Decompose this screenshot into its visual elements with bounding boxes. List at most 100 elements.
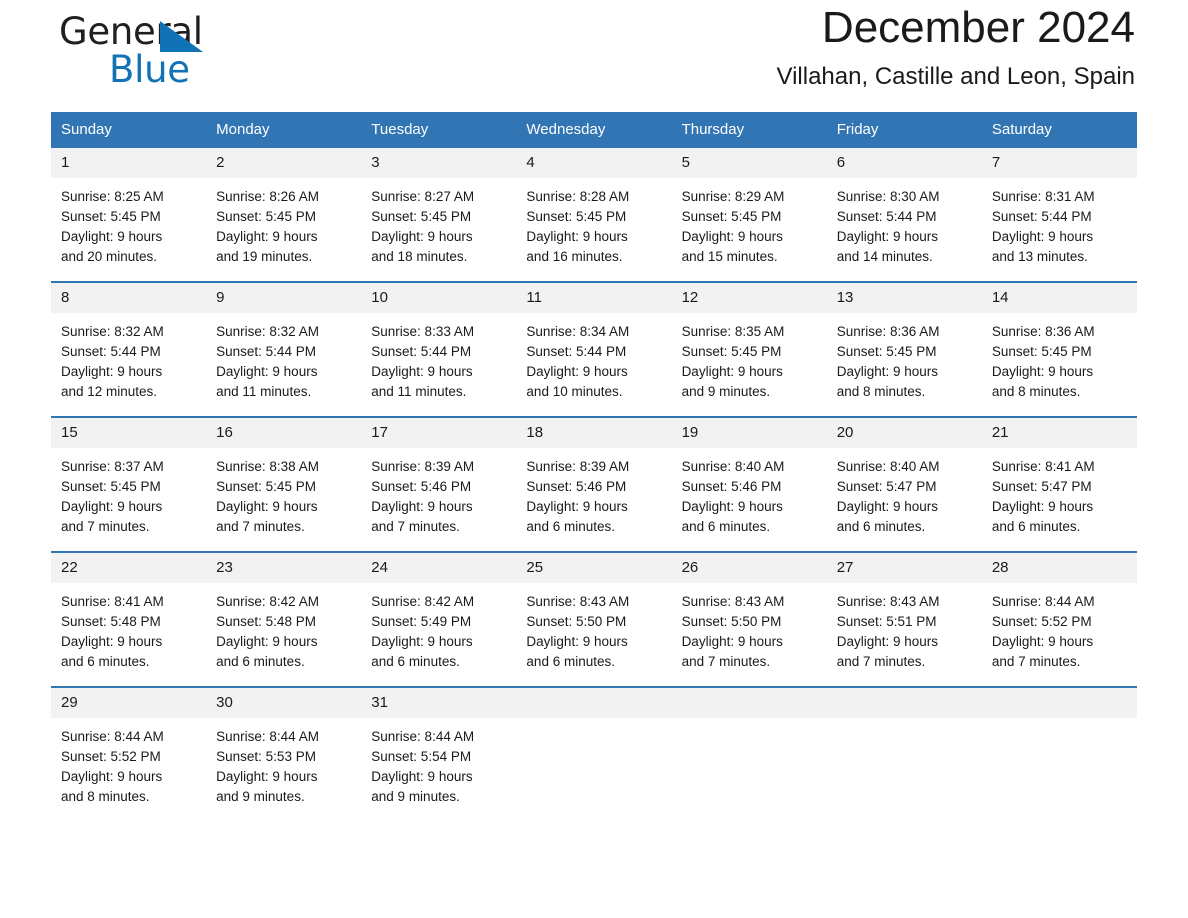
- day-number: 30: [206, 688, 362, 718]
- sunset-text: Sunset: 5:45 PM: [681, 344, 782, 359]
- daylight-text-line2: and 7 minutes.: [681, 654, 771, 669]
- daylight-text-line1: Daylight: 9 hours: [991, 229, 1094, 244]
- day-cell[interactable]: 28 Sunrise: 8:44 AM Sunset: 5:52 PM Dayl…: [981, 551, 1137, 687]
- day-number: 11: [516, 283, 672, 313]
- sunset-text: Sunset: 5:51 PM: [836, 614, 937, 629]
- sunset-text: Sunset: 5:50 PM: [681, 614, 782, 629]
- daylight-text-line2: and 6 minutes.: [681, 519, 771, 534]
- day-number: 16: [206, 418, 362, 448]
- day-number: 10: [361, 283, 517, 313]
- daylight-text-line2: and 6 minutes.: [991, 519, 1081, 534]
- daylight-text-line1: Daylight: 9 hours: [836, 499, 939, 514]
- day-cell[interactable]: 4 Sunrise: 8:28 AM Sunset: 5:45 PM Dayli…: [516, 146, 672, 282]
- daylight-text-line1: Daylight: 9 hours: [836, 229, 939, 244]
- sunrise-text: Sunrise: 8:43 AM: [681, 594, 785, 609]
- daylight-text-line1: Daylight: 9 hours: [61, 364, 163, 379]
- day-cell[interactable]: 24 Sunrise: 8:42 AM Sunset: 5:49 PM Dayl…: [361, 551, 517, 687]
- day-cell[interactable]: 1 Sunrise: 8:25 AM Sunset: 5:45 PM Dayli…: [51, 146, 207, 282]
- sunset-text: Sunset: 5:46 PM: [371, 479, 472, 494]
- day-cell[interactable]: 22 Sunrise: 8:41 AM Sunset: 5:48 PM Dayl…: [51, 551, 207, 687]
- calendar-week-row: 15 Sunrise: 8:37 AM Sunset: 5:45 PM Dayl…: [51, 416, 1137, 552]
- daylight-text-line1: Daylight: 9 hours: [61, 229, 163, 244]
- day-cell[interactable]: 8 Sunrise: 8:32 AM Sunset: 5:44 PM Dayli…: [51, 281, 207, 417]
- daylight-text-line1: Daylight: 9 hours: [991, 364, 1094, 379]
- sunset-text: Sunset: 5:46 PM: [681, 479, 782, 494]
- sunset-text: Sunset: 5:45 PM: [371, 209, 472, 224]
- daylight-text-line2: and 9 minutes.: [371, 789, 460, 804]
- day-cell[interactable]: 2 Sunrise: 8:26 AM Sunset: 5:45 PM Dayli…: [206, 146, 362, 282]
- daylight-text-line2: and 6 minutes.: [371, 654, 460, 669]
- day-cell[interactable]: 5 Sunrise: 8:29 AM Sunset: 5:45 PM Dayli…: [671, 146, 827, 282]
- day-details: Sunrise: 8:31 AM Sunset: 5:44 PM Dayligh…: [982, 178, 1137, 281]
- day-cell[interactable]: 7 Sunrise: 8:31 AM Sunset: 5:44 PM Dayli…: [981, 146, 1137, 282]
- weekday-header-wednesday: Wednesday: [516, 112, 672, 147]
- page-title: December 2024: [821, 3, 1135, 52]
- day-number: 19: [671, 418, 827, 448]
- day-number: 31: [361, 688, 517, 718]
- daylight-text-line1: Daylight: 9 hours: [371, 769, 473, 784]
- day-details: Sunrise: 8:43 AM Sunset: 5:51 PM Dayligh…: [827, 583, 982, 686]
- sunrise-text: Sunrise: 8:40 AM: [681, 459, 785, 474]
- day-details: Sunrise: 8:25 AM Sunset: 5:45 PM Dayligh…: [51, 178, 206, 281]
- day-cell[interactable]: 17 Sunrise: 8:39 AM Sunset: 5:46 PM Dayl…: [361, 416, 517, 552]
- day-cell[interactable]: 16 Sunrise: 8:38 AM Sunset: 5:45 PM Dayl…: [206, 416, 362, 552]
- daylight-text-line2: and 7 minutes.: [371, 519, 460, 534]
- brand-logo[interactable]: General Blue: [59, 12, 359, 98]
- day-number: 13: [826, 283, 982, 313]
- day-cell[interactable]: 15 Sunrise: 8:37 AM Sunset: 5:45 PM Dayl…: [51, 416, 207, 552]
- daylight-text-line1: Daylight: 9 hours: [681, 229, 783, 244]
- sunrise-text: Sunrise: 8:39 AM: [371, 459, 475, 474]
- day-cell[interactable]: 10 Sunrise: 8:33 AM Sunset: 5:44 PM Dayl…: [361, 281, 517, 417]
- day-cell[interactable]: 12 Sunrise: 8:35 AM Sunset: 5:45 PM Dayl…: [671, 281, 827, 417]
- day-cell[interactable]: 13 Sunrise: 8:36 AM Sunset: 5:45 PM Dayl…: [826, 281, 982, 417]
- day-cell[interactable]: 6 Sunrise: 8:30 AM Sunset: 5:44 PM Dayli…: [826, 146, 982, 282]
- day-cell[interactable]: 21 Sunrise: 8:41 AM Sunset: 5:47 PM Dayl…: [981, 416, 1137, 552]
- daylight-text-line1: Daylight: 9 hours: [216, 769, 318, 784]
- sunrise-text: Sunrise: 8:26 AM: [216, 189, 319, 204]
- day-cell[interactable]: 9 Sunrise: 8:32 AM Sunset: 5:44 PM Dayli…: [206, 281, 362, 417]
- day-number: 18: [516, 418, 672, 448]
- day-cell[interactable]: 11 Sunrise: 8:34 AM Sunset: 5:44 PM Dayl…: [516, 281, 672, 417]
- day-number: 27: [826, 553, 982, 583]
- day-cell[interactable]: 29 Sunrise: 8:44 AM Sunset: 5:52 PM Dayl…: [51, 686, 207, 821]
- daylight-text-line2: and 19 minutes.: [216, 249, 313, 264]
- daylight-text-line2: and 11 minutes.: [371, 384, 467, 399]
- calendar-page: General Blue December 2024 Villahan, Cas…: [0, 0, 1188, 918]
- day-cell-empty: [516, 686, 672, 821]
- sunrise-text: Sunrise: 8:30 AM: [836, 189, 940, 204]
- day-cell[interactable]: 31 Sunrise: 8:44 AM Sunset: 5:54 PM Dayl…: [361, 686, 517, 821]
- day-cell-empty: [981, 686, 1137, 821]
- daylight-text-line2: and 6 minutes.: [216, 654, 305, 669]
- day-details: [516, 718, 671, 741]
- day-cell[interactable]: 14 Sunrise: 8:36 AM Sunset: 5:45 PM Dayl…: [981, 281, 1137, 417]
- day-number: 26: [671, 553, 827, 583]
- day-cell[interactable]: 25 Sunrise: 8:43 AM Sunset: 5:50 PM Dayl…: [516, 551, 672, 687]
- day-cell[interactable]: 19 Sunrise: 8:40 AM Sunset: 5:46 PM Dayl…: [671, 416, 827, 552]
- daylight-text-line2: and 11 minutes.: [216, 384, 312, 399]
- sunrise-text: Sunrise: 8:41 AM: [61, 594, 164, 609]
- day-details: [672, 718, 827, 741]
- day-number: 9: [206, 283, 362, 313]
- day-number: 14: [981, 283, 1137, 313]
- day-cell[interactable]: 20 Sunrise: 8:40 AM Sunset: 5:47 PM Dayl…: [826, 416, 982, 552]
- day-details: Sunrise: 8:44 AM Sunset: 5:53 PM Dayligh…: [206, 718, 361, 821]
- daylight-text-line2: and 7 minutes.: [836, 654, 926, 669]
- day-details: Sunrise: 8:33 AM Sunset: 5:44 PM Dayligh…: [361, 313, 516, 416]
- day-cell[interactable]: 27 Sunrise: 8:43 AM Sunset: 5:51 PM Dayl…: [826, 551, 982, 687]
- sunrise-text: Sunrise: 8:32 AM: [61, 324, 164, 339]
- day-number: [516, 688, 672, 718]
- calendar-week-row: 29 Sunrise: 8:44 AM Sunset: 5:52 PM Dayl…: [51, 686, 1137, 821]
- sunset-text: Sunset: 5:50 PM: [526, 614, 627, 629]
- brand-name-blue: Blue: [109, 48, 190, 91]
- day-details: Sunrise: 8:41 AM Sunset: 5:48 PM Dayligh…: [51, 583, 206, 686]
- day-cell[interactable]: 30 Sunrise: 8:44 AM Sunset: 5:53 PM Dayl…: [206, 686, 362, 821]
- day-cell[interactable]: 3 Sunrise: 8:27 AM Sunset: 5:45 PM Dayli…: [361, 146, 517, 282]
- day-cell[interactable]: 18 Sunrise: 8:39 AM Sunset: 5:46 PM Dayl…: [516, 416, 672, 552]
- day-cell[interactable]: 26 Sunrise: 8:43 AM Sunset: 5:50 PM Dayl…: [671, 551, 827, 687]
- sunset-text: Sunset: 5:44 PM: [526, 344, 627, 359]
- day-details: Sunrise: 8:26 AM Sunset: 5:45 PM Dayligh…: [206, 178, 361, 281]
- sunrise-text: Sunrise: 8:44 AM: [991, 594, 1095, 609]
- day-cell[interactable]: 23 Sunrise: 8:42 AM Sunset: 5:48 PM Dayl…: [206, 551, 362, 687]
- day-number: 22: [51, 553, 207, 583]
- sunset-text: Sunset: 5:45 PM: [991, 344, 1092, 359]
